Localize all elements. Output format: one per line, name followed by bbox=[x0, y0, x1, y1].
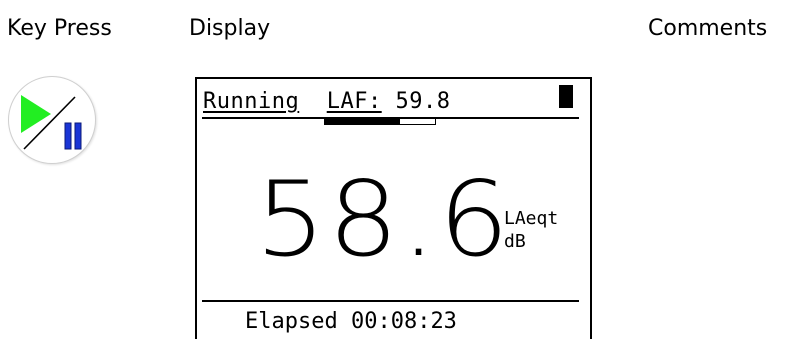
unit-measure: LAeqt bbox=[504, 208, 559, 229]
measure-value: 59.8 bbox=[395, 89, 451, 114]
measure-label: LAF: bbox=[326, 89, 382, 114]
display-top-line: Running LAF: 59.8 bbox=[203, 87, 450, 117]
level-bar bbox=[324, 119, 436, 125]
bottom-divider bbox=[202, 300, 579, 302]
elapsed-label: Elapsed bbox=[245, 309, 338, 334]
comments-header: Comments bbox=[648, 16, 768, 41]
key-press-header: Key Press bbox=[7, 16, 112, 41]
main-reading: 58.6 bbox=[255, 160, 512, 280]
unit-db: dB bbox=[504, 231, 526, 252]
display-header: Display bbox=[189, 16, 271, 41]
cursor-block bbox=[559, 85, 573, 108]
status-text: Running bbox=[203, 89, 300, 114]
play-pause-icon bbox=[21, 95, 82, 150]
pause-bar-right bbox=[74, 122, 82, 150]
pause-bar-left bbox=[64, 122, 72, 150]
play-triangle-icon bbox=[21, 95, 51, 133]
elapsed-line: Elapsed 00:08:23 bbox=[245, 307, 457, 337]
play-pause-button[interactable] bbox=[8, 76, 96, 164]
elapsed-time: 00:08:23 bbox=[350, 309, 457, 334]
meter-display: Running LAF: 59.8 58.6 LAeqt dB Elapsed … bbox=[195, 77, 592, 339]
level-bar-fill bbox=[325, 119, 400, 124]
